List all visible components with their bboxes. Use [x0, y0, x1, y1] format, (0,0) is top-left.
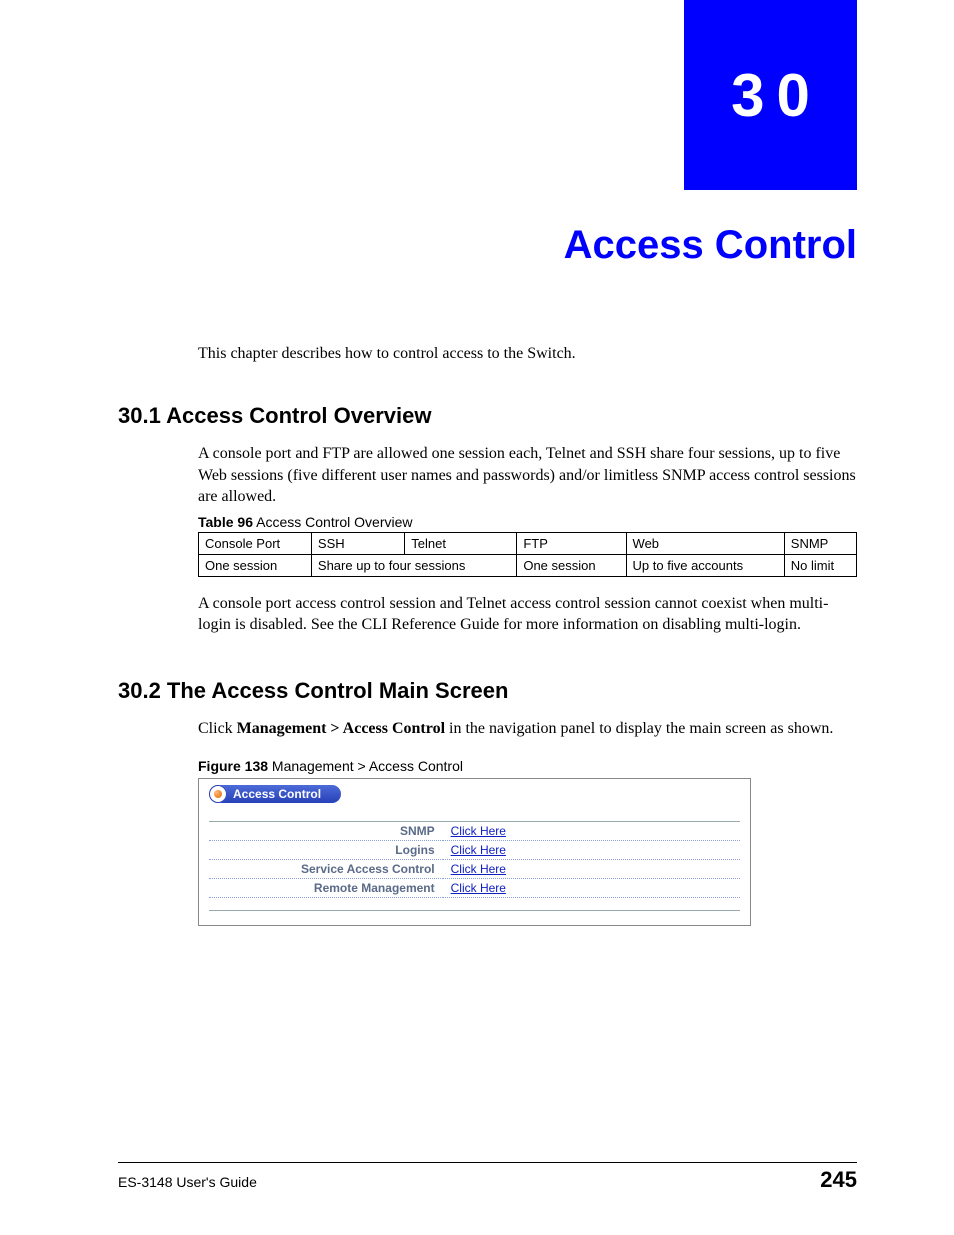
chapter-number: 30 — [719, 61, 822, 130]
th-telnet: Telnet — [405, 532, 517, 554]
th-ssh: SSH — [311, 532, 404, 554]
chapter-intro: This chapter describes how to control ac… — [198, 345, 857, 363]
td-ftp: One session — [517, 554, 626, 576]
page-footer: ES-3148 User's Guide 245 — [118, 1162, 857, 1193]
pill-dot-icon — [209, 785, 227, 803]
row-label-remote-management: Remote Management — [209, 878, 443, 897]
chapter-title: Access Control — [564, 223, 857, 268]
footer-page-number: 245 — [820, 1167, 857, 1193]
link-snmp[interactable]: Click Here — [451, 824, 506, 838]
figure-caption-number: Figure 138 — [198, 758, 268, 774]
section-heading-main-screen: 30.2 The Access Control Main Screen — [118, 678, 857, 704]
instr-path: Management > Access Control — [237, 720, 445, 737]
figure-row-remote-management: Remote Management Click Here — [209, 878, 740, 897]
main-screen-instruction: Click Management > Access Control in the… — [198, 718, 857, 740]
figure-row-snmp: SNMP Click Here — [209, 822, 740, 841]
figure-caption-text: Management > Access Control — [268, 758, 463, 774]
instr-pre: Click — [198, 720, 237, 737]
th-snmp: SNMP — [784, 532, 856, 554]
chapter-tab: 30 — [684, 0, 857, 190]
table-caption-text: Access Control Overview — [253, 514, 413, 530]
overview-paragraph-1: A console port and FTP are allowed one s… — [198, 443, 857, 508]
section-heading-overview: 30.1 Access Control Overview — [118, 403, 857, 429]
td-console: One session — [199, 554, 312, 576]
page-content: This chapter describes how to control ac… — [118, 345, 857, 926]
th-console: Console Port — [199, 532, 312, 554]
table-data-row: One session Share up to four sessions On… — [199, 554, 857, 576]
th-ftp: FTP — [517, 532, 626, 554]
table-header-row: Console Port SSH Telnet FTP Web SNMP — [199, 532, 857, 554]
td-ssh-telnet: Share up to four sessions — [311, 554, 516, 576]
th-web: Web — [626, 532, 784, 554]
table-caption-number: Table 96 — [198, 514, 253, 530]
table-caption: Table 96 Access Control Overview — [198, 514, 857, 530]
overview-table: Console Port SSH Telnet FTP Web SNMP One… — [198, 532, 857, 577]
row-label-service-access: Service Access Control — [209, 859, 443, 878]
link-remote-management[interactable]: Click Here — [451, 881, 506, 895]
link-service-access[interactable]: Click Here — [451, 862, 506, 876]
figure-link-table: SNMP Click Here Logins Click Here Servic… — [209, 822, 740, 898]
figure-access-control-screen: Access Control SNMP Click Here Logins Cl… — [198, 778, 751, 926]
figure-divider-bottom — [209, 910, 740, 911]
screen-title-label: Access Control — [233, 787, 321, 801]
figure-row-service-access: Service Access Control Click Here — [209, 859, 740, 878]
row-label-snmp: SNMP — [209, 822, 443, 841]
figure-caption: Figure 138 Management > Access Control — [198, 758, 857, 774]
instr-post: in the navigation panel to display the m… — [445, 720, 833, 737]
screen-title-pill: Access Control — [209, 785, 341, 803]
footer-guide-name: ES-3148 User's Guide — [118, 1174, 257, 1190]
link-logins[interactable]: Click Here — [451, 843, 506, 857]
overview-paragraph-2: A console port access control session an… — [198, 593, 857, 636]
td-web: Up to five accounts — [626, 554, 784, 576]
td-snmp: No limit — [784, 554, 856, 576]
figure-row-logins: Logins Click Here — [209, 840, 740, 859]
row-label-logins: Logins — [209, 840, 443, 859]
